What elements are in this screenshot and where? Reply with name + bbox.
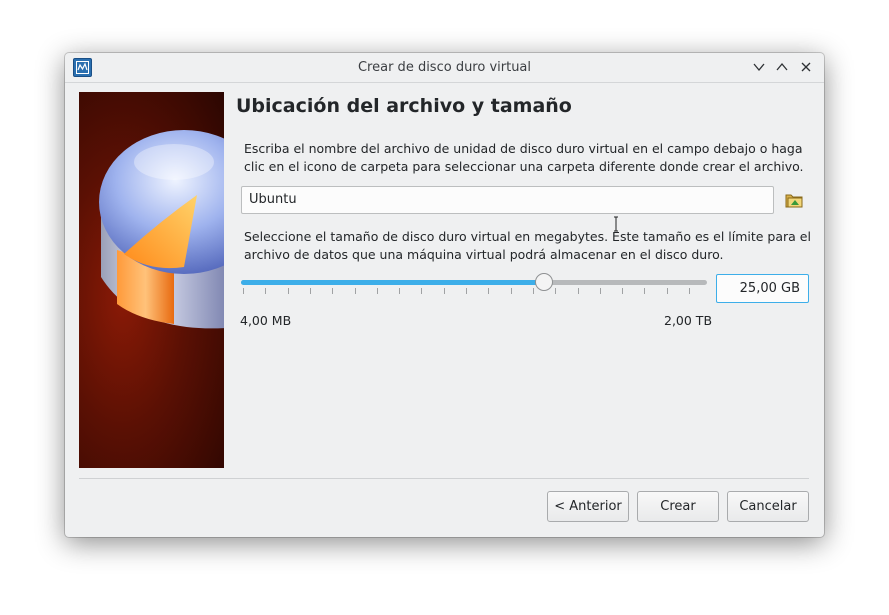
slider-tick [265, 288, 267, 294]
slider-tick [644, 288, 646, 294]
page-heading: Ubicación del archivo y tamaño [236, 95, 572, 117]
slider-tick [376, 288, 378, 294]
slider-tick [287, 288, 289, 294]
slider-tick [577, 288, 579, 294]
disk-size-input[interactable]: 25,00 GB [716, 274, 809, 303]
slider-tick [399, 288, 401, 294]
chevron-down-icon[interactable] [752, 60, 766, 74]
location-description: Escriba el nombre del archivo de unidad … [244, 141, 804, 174]
hard-disk-illustration [79, 92, 224, 468]
close-icon[interactable] [799, 60, 813, 74]
slider-tick [555, 288, 557, 294]
slider-tick [466, 288, 467, 294]
size-description: Seleccione el tamaño de disco duro virtu… [244, 229, 811, 262]
separator [79, 478, 809, 479]
slider-tick [599, 288, 601, 294]
back-button[interactable]: < Anterior [547, 491, 629, 522]
chevron-up-icon[interactable] [775, 60, 789, 74]
disk-size-slider[interactable] [241, 273, 707, 301]
slider-tick [510, 288, 512, 294]
folder-open-icon[interactable] [785, 191, 805, 209]
create-virtual-disk-dialog: Crear de disco duro virtual Ubicación de… [65, 53, 824, 537]
slider-tick [488, 288, 490, 294]
slider-tick [309, 288, 311, 294]
slider-tick [666, 288, 668, 294]
window-title: Crear de disco duro virtual [357, 60, 532, 75]
min-size-label: 4,00 MB [240, 313, 292, 328]
slider-tick [421, 288, 423, 294]
slider-tick [532, 288, 534, 294]
create-button[interactable]: Crear [637, 491, 719, 522]
slider-handle[interactable] [534, 273, 553, 291]
slider-tick [443, 288, 445, 294]
slider-fill [241, 280, 544, 285]
slider-tick [354, 288, 356, 294]
slider-tick [332, 288, 334, 294]
slider-tick [622, 288, 624, 294]
file-name-input[interactable]: Ubuntu [241, 186, 774, 214]
text-cursor-icon [613, 216, 618, 232]
slider-tick [689, 288, 690, 294]
cancel-button[interactable]: Cancelar [727, 491, 809, 522]
max-size-label: 2,00 TB [664, 313, 713, 328]
slider-tick [243, 288, 244, 294]
title-bar[interactable]: Crear de disco duro virtual [65, 53, 824, 83]
